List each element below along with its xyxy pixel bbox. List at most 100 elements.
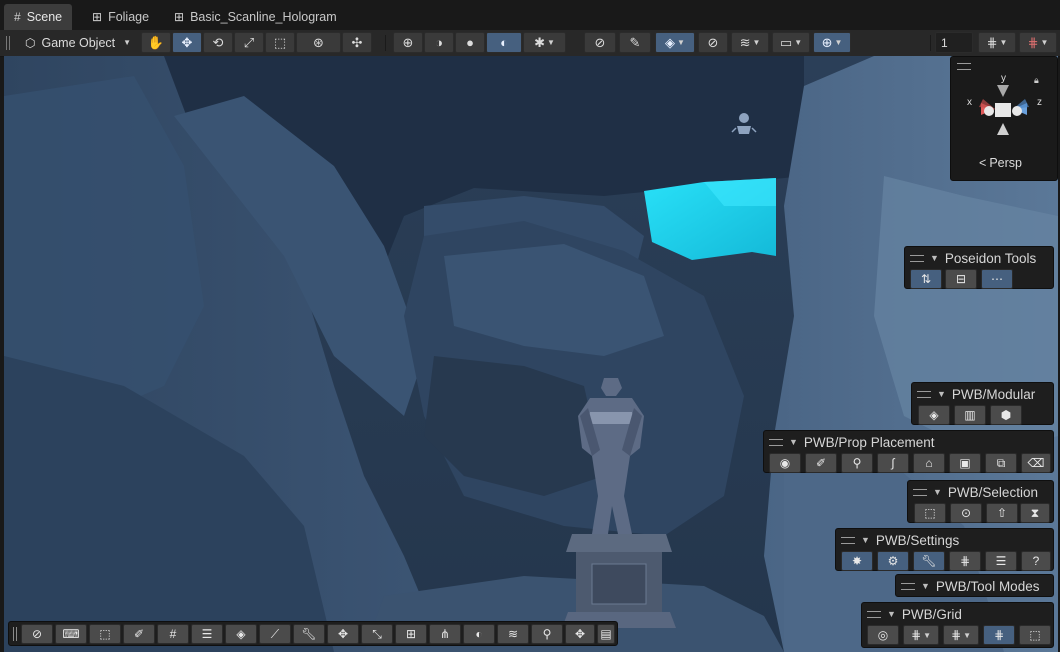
grid-lock-button[interactable]: ⋕	[983, 625, 1015, 645]
overlay-header[interactable]: ▼ PWB/Grid	[867, 606, 962, 622]
wrench-settings-button[interactable]: 🔧︎	[913, 551, 945, 571]
general-settings-button[interactable]: ✸	[841, 551, 873, 571]
hidden-objects-toggle[interactable]: ⊘	[698, 32, 728, 53]
perspective-icon: <	[979, 156, 987, 170]
foliage-button[interactable]: ⋔	[429, 624, 461, 644]
tab-scene[interactable]: # Scene	[4, 4, 73, 30]
mirror-tool-button[interactable]: ⧗	[1020, 503, 1050, 523]
chevron-down-icon: ▼	[546, 38, 555, 47]
projection-toggle[interactable]: < Persp	[979, 156, 1022, 170]
grid-type-dropdown[interactable]: ⋕ ▼	[943, 625, 979, 645]
hand-tool-button[interactable]: ✋	[141, 32, 171, 53]
replacer-tool-button[interactable]: ⧉	[985, 453, 1017, 473]
brush-tool-button[interactable]: ✐	[805, 453, 837, 473]
eraser-tool-button[interactable]: ⌫	[1021, 453, 1051, 473]
2d-toggle-button[interactable]: ⊘	[584, 32, 616, 53]
grid-settings-button[interactable]: ⋕	[949, 551, 981, 571]
overlay-header[interactable]: ▼ PWB/Settings	[841, 532, 959, 548]
layers-button[interactable]: ≋	[497, 624, 529, 644]
floor-icon: ◈	[929, 408, 939, 422]
poseidon-lake-button[interactable]: ⊟	[945, 269, 977, 289]
overlay-header[interactable]: ▼ PWB/Tool Modes	[901, 578, 1039, 594]
grid-snap-dropdown[interactable]: ⋕ ▼	[903, 625, 939, 645]
transform-tool-button[interactable]: ⊛	[296, 32, 341, 53]
unlit-shading-button[interactable]: ●	[455, 32, 485, 53]
camera-dropdown[interactable]: ▭ ▼	[772, 32, 810, 53]
compass-button[interactable]: ⊘	[21, 624, 53, 644]
grid-icon: #	[14, 10, 21, 24]
pwb-prop-placement-overlay: ▼ PWB/Prop Placement ◉ ✐ ⚲ ∫ ⌂ ▣ ⧉ ⌫	[763, 430, 1054, 473]
prefab-button[interactable]: ▤	[597, 624, 615, 644]
rect-tool-button[interactable]: ⬚	[265, 32, 295, 53]
light-icon: ✎	[629, 34, 641, 50]
wireframe-shading-button[interactable]: ⊕	[393, 32, 423, 53]
scale-tool-button[interactable]: ⤢	[234, 32, 264, 53]
grid-snap-dropdown[interactable]: ⋕ ▼	[978, 32, 1016, 53]
select-button[interactable]: ⬚	[89, 624, 121, 644]
overlay-title: PWB/Tool Modes	[935, 578, 1040, 594]
move-icon: ✥	[337, 627, 349, 641]
tab-basic-scanline-hologram[interactable]: ⊞ Basic_Scanline_Hologram	[164, 4, 347, 30]
lit-shading-button[interactable]: ◐	[486, 32, 522, 53]
audio-effects-dropdown[interactable]: ◈ ▼	[655, 32, 695, 53]
tiling-icon: ▣	[959, 456, 971, 470]
search-icon: ⚲	[542, 627, 552, 641]
gizmos-dropdown[interactable]: ⊕ ▼	[813, 32, 851, 53]
pin-tool-button[interactable]: ◉	[769, 453, 801, 473]
help-button[interactable]: ?	[1021, 551, 1051, 571]
paint-button[interactable]: ⟋	[259, 624, 291, 644]
tiling-tool-button[interactable]: ▣	[949, 453, 981, 473]
align-button[interactable]: ⊞	[395, 624, 427, 644]
sliders-icon: ☰	[995, 554, 1007, 568]
object-mode-dropdown[interactable]: ⬡ Game Object ▼	[18, 32, 136, 53]
overlay-header[interactable]: ▼ Poseidon Tools	[910, 250, 1036, 266]
sphere-icon: ●	[466, 35, 474, 50]
gravity-tool-button[interactable]: ⚲	[841, 453, 873, 473]
shading-button[interactable]: ◐	[463, 624, 495, 644]
search-button[interactable]: ⚲	[531, 624, 563, 644]
brush-button[interactable]: ✐	[123, 624, 155, 644]
line-tool-button[interactable]: ∫	[877, 453, 909, 473]
scene-viewport[interactable]: 🔒︎ y x z < Persp ▼ Poseidon Tools ⇅ ⊟ ⋯	[4, 56, 1058, 652]
grid-size-input[interactable]: 1	[935, 32, 973, 53]
navigate-button[interactable]: ✥	[565, 624, 595, 644]
modular-floor-button[interactable]: ◈	[918, 405, 950, 425]
overlay-header[interactable]: ▼ PWB/Selection	[913, 484, 1038, 500]
overlay-header[interactable]: ▼ PWB/Modular	[917, 386, 1035, 402]
wrench-button[interactable]: 🔧︎	[293, 624, 325, 644]
custom-tool-button[interactable]: ✣	[342, 32, 372, 53]
wall-icon: ▥	[964, 408, 976, 422]
overlay-header[interactable]: ▼ PWB/Prop Placement	[769, 434, 934, 450]
sliders-settings-button[interactable]: ☰	[985, 551, 1017, 571]
debug-draw-mode-dropdown[interactable]: ✱ ▼	[523, 32, 566, 53]
orientation-gizmo[interactable]: 🔒︎ y x z < Persp	[950, 56, 1058, 181]
keyboard-button[interactable]: ⌨	[55, 624, 87, 644]
circle-select-button[interactable]: ⊙	[950, 503, 982, 523]
selection-tool-button[interactable]: ⬚	[914, 503, 946, 523]
overlay-grip	[910, 254, 924, 262]
move-button[interactable]: ✥	[327, 624, 359, 644]
modular-button[interactable]: ◈	[225, 624, 257, 644]
modular-wall-button[interactable]: ▥	[954, 405, 986, 425]
tool-settings-button[interactable]: ⚙	[877, 551, 909, 571]
lighting-toggle-button[interactable]: ✎	[619, 32, 651, 53]
sliders-button[interactable]: ☰	[191, 624, 223, 644]
layers-dropdown[interactable]: ≋ ▼	[731, 32, 769, 53]
rotate-tool-button[interactable]: ⟲	[203, 32, 233, 53]
shaded-wireframe-button[interactable]: ◑	[424, 32, 454, 53]
poseidon-river-button[interactable]: ⇅	[910, 269, 942, 289]
grid-edit-button[interactable]: ⬚	[1019, 625, 1051, 645]
shape-tool-button[interactable]: ⌂	[913, 453, 945, 473]
grid-origin-button[interactable]: ◎	[867, 625, 899, 645]
toolbar-grip[interactable]	[13, 627, 17, 641]
move-tool-button[interactable]: ✥	[172, 32, 202, 53]
modular-cube-button[interactable]: ⬢	[990, 405, 1022, 425]
poseidon-ocean-button[interactable]: ⋯	[981, 269, 1013, 289]
grid-visibility-dropdown[interactable]: ⋕ ▼	[1019, 32, 1057, 53]
grid-button[interactable]: #	[157, 624, 189, 644]
tab-foliage[interactable]: ⊞ Foliage	[82, 4, 159, 30]
chevron-down-icon: ▼	[677, 38, 685, 47]
extrude-tool-button[interactable]: ⇧	[986, 503, 1018, 523]
scale-button[interactable]: ⤡	[361, 624, 393, 644]
replacer-icon: ⧉	[996, 455, 1006, 470]
